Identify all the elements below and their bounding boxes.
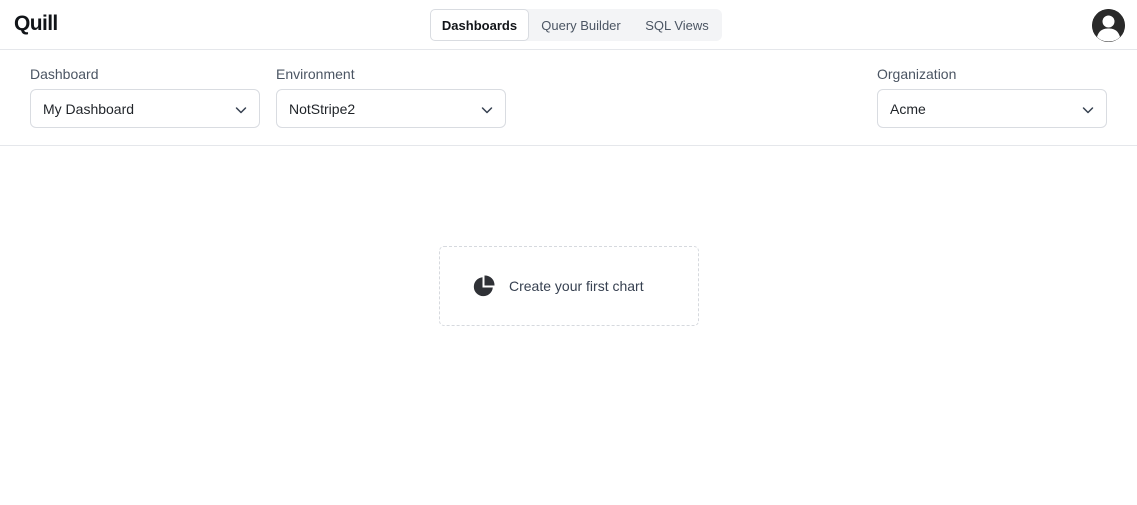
environment-select[interactable]: NotStripe2 <box>276 89 506 128</box>
environment-filter-label: Environment <box>276 66 355 82</box>
chevron-down-icon <box>481 107 493 114</box>
top-navigation-bar: Quill Dashboards Query Builder SQL Views <box>0 0 1137 50</box>
dashboard-select-value: My Dashboard <box>43 100 135 117</box>
dashboard-filter-label: Dashboard <box>30 66 99 82</box>
pie-chart-icon <box>473 275 495 297</box>
organization-filter-label: Organization <box>877 66 957 82</box>
filter-bar: Dashboard My Dashboard Environment NotSt… <box>0 50 1137 146</box>
tab-dashboards[interactable]: Dashboards <box>430 9 529 41</box>
organization-select[interactable]: Acme <box>877 89 1107 128</box>
organization-select-value: Acme <box>890 100 926 117</box>
dashboard-filter: Dashboard My Dashboard <box>30 65 260 128</box>
environment-select-value: NotStripe2 <box>289 100 356 117</box>
tab-sql-views[interactable]: SQL Views <box>633 9 721 41</box>
main-nav-tabs: Dashboards Query Builder SQL Views <box>430 9 722 41</box>
user-avatar-icon[interactable] <box>1092 9 1125 42</box>
create-first-chart-button[interactable]: Create your first chart <box>439 246 699 326</box>
create-first-chart-label: Create your first chart <box>509 278 644 294</box>
environment-filter: Environment NotStripe2 <box>276 65 506 128</box>
app-logo[interactable]: Quill <box>14 12 58 36</box>
chevron-down-icon <box>235 107 247 114</box>
chevron-down-icon <box>1082 107 1094 114</box>
organization-filter: Organization Acme <box>877 65 1107 128</box>
tab-query-builder[interactable]: Query Builder <box>529 9 633 41</box>
dashboard-select[interactable]: My Dashboard <box>30 89 260 128</box>
